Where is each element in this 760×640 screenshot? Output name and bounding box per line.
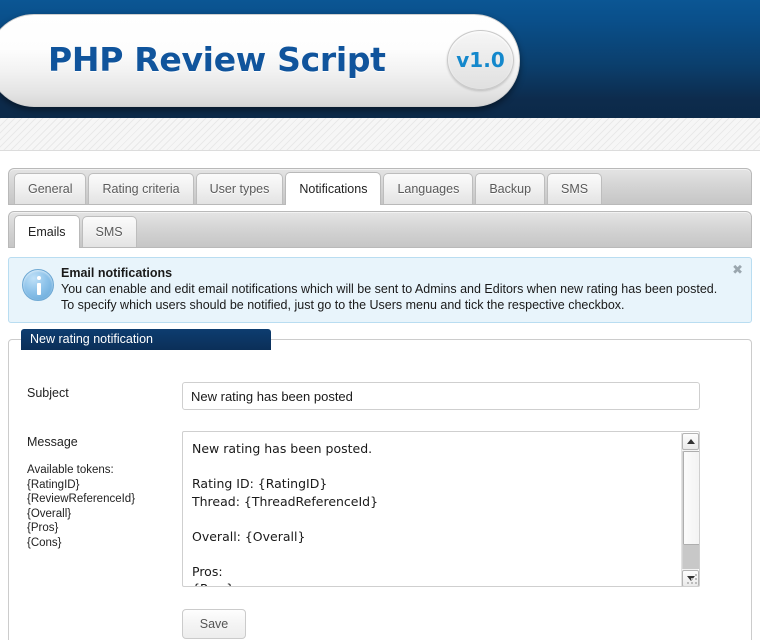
save-button[interactable]: Save	[182, 609, 246, 639]
grip-dot	[691, 582, 693, 584]
tab-user-types[interactable]: User types	[195, 173, 284, 204]
version-badge: v1.0	[447, 30, 514, 90]
primary-tab-bar: General Rating criteria User types Notifica…	[8, 168, 752, 205]
app-header: PHP Review Script v1.0	[0, 0, 760, 118]
grip-dot	[691, 578, 693, 580]
info-message: You can enable and edit email notificati…	[61, 282, 718, 312]
subject-row: Subject	[9, 382, 751, 410]
version-badge-label: v1.0	[456, 48, 505, 72]
grip-dot	[695, 582, 697, 584]
tab-notifications[interactable]: Notifications	[285, 172, 382, 205]
tab-label: General	[28, 182, 73, 196]
new-rating-notification-panel: New rating notification Subject Message …	[8, 329, 752, 640]
message-textarea[interactable]: New rating has been posted. Rating ID: {…	[182, 431, 700, 587]
info-title: Email notifications	[61, 266, 173, 280]
tab-label: Notifications	[299, 182, 368, 196]
tab-rating-criteria[interactable]: Rating criteria	[88, 173, 194, 204]
token-item: {Overall}	[27, 507, 72, 520]
grip-dot	[695, 574, 697, 576]
token-item: {Pros}	[27, 522, 59, 534]
scrollbar-track[interactable]	[682, 451, 699, 569]
subtab-sms[interactable]: SMS	[81, 216, 137, 247]
tab-languages[interactable]: Languages	[383, 173, 474, 204]
scroll-up-icon[interactable]	[682, 433, 699, 450]
tokens-heading: Available tokens:	[27, 464, 114, 476]
panel-legend: New rating notification	[21, 329, 271, 350]
subject-input[interactable]	[182, 382, 700, 410]
message-row: Message Available tokens: {RatingID} {Re…	[9, 431, 751, 587]
app-title: PHP Review Script	[48, 40, 386, 79]
grip-dot	[695, 578, 697, 580]
scrollbar-lower-track[interactable]	[683, 545, 699, 569]
tab-label: User types	[209, 182, 270, 196]
secondary-tab-bar: Emails SMS	[8, 211, 752, 248]
tab-label: SMS	[561, 182, 589, 196]
available-tokens-list: Available tokens: {RatingID} {ReviewRefe…	[27, 463, 182, 550]
token-item: {RatingID}	[27, 478, 80, 491]
token-item: {ReviewReferenceId}	[27, 493, 136, 505]
close-icon[interactable]: ✖	[732, 263, 743, 276]
save-row: Save	[9, 609, 751, 639]
subtab-emails[interactable]: Emails	[14, 215, 80, 248]
tab-general[interactable]: General	[14, 173, 87, 204]
message-label-group: Message Available tokens: {RatingID} {Re…	[27, 431, 182, 550]
striped-divider	[0, 118, 760, 151]
tab-label: SMS	[95, 225, 123, 239]
resize-grip-icon[interactable]	[687, 574, 698, 585]
message-label: Message	[27, 435, 78, 449]
info-notification-box: Email notifications You can enable and e…	[8, 257, 752, 323]
grip-dot	[687, 582, 689, 584]
tab-label: Backup	[489, 182, 532, 196]
subject-label: Subject	[27, 386, 69, 400]
header-spacer	[0, 151, 760, 168]
tab-label: Emails	[28, 225, 66, 239]
scrollbar-thumb[interactable]	[683, 451, 699, 545]
token-item: {Cons}	[27, 536, 62, 549]
tab-sms[interactable]: SMS	[547, 173, 603, 204]
message-textarea-value: New rating has been posted. Rating ID: {…	[192, 441, 379, 586]
textarea-scrollbar[interactable]	[681, 433, 699, 586]
tab-backup[interactable]: Backup	[475, 173, 546, 204]
info-icon	[22, 269, 54, 301]
message-textarea-wrapper: New rating has been posted. Rating ID: {…	[182, 431, 700, 587]
tab-label: Rating criteria	[102, 182, 180, 196]
tab-label: Languages	[397, 182, 460, 196]
